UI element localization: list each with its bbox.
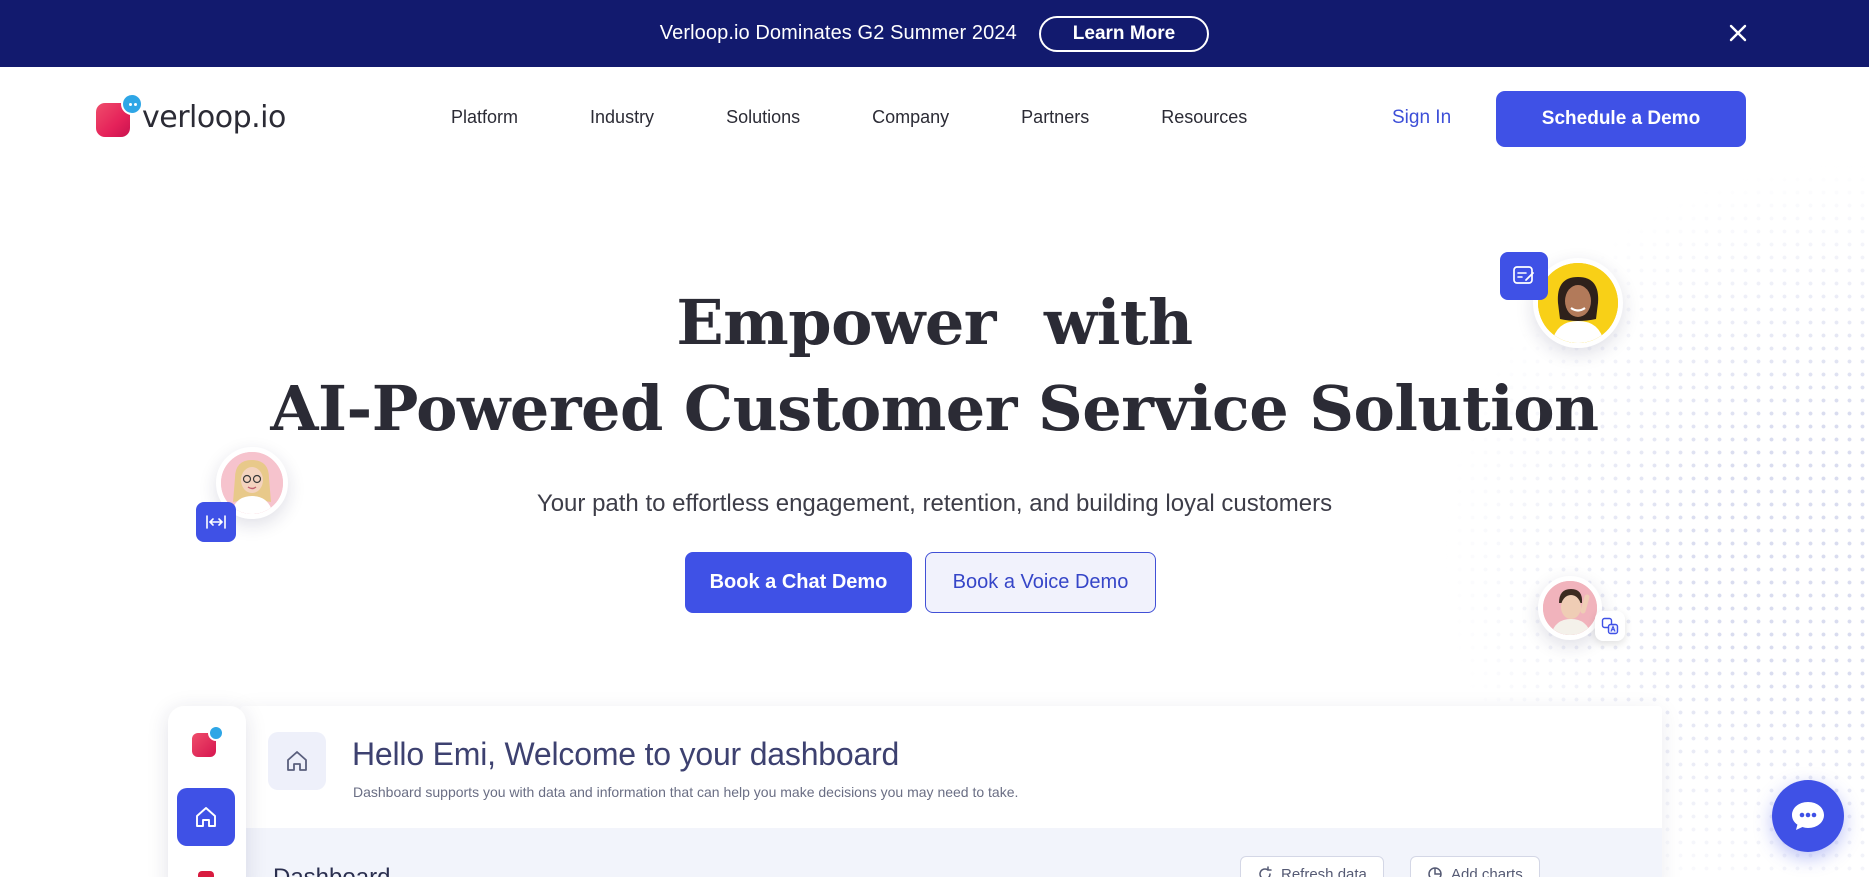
translate-icon xyxy=(1595,611,1625,641)
dashboard-panel: Hello Emi, Welcome to your dashboard Das… xyxy=(240,706,1662,877)
nav-links: Platform Industry Solutions Company Part… xyxy=(451,107,1247,128)
close-icon[interactable] xyxy=(1725,20,1751,46)
refresh-icon xyxy=(1259,866,1272,877)
sidebar-item-home[interactable] xyxy=(177,788,235,846)
dashboard-preview: Hello Emi, Welcome to your dashboard Das… xyxy=(168,706,1662,877)
add-charts-button[interactable]: Add charts xyxy=(1410,856,1540,877)
dashboard-section-title: Dashboard xyxy=(273,864,390,877)
chat-launcher-button[interactable] xyxy=(1772,780,1844,852)
nav-item-platform[interactable]: Platform xyxy=(451,107,518,128)
resize-horizontal-icon xyxy=(196,502,236,542)
hero-title-word-2: with xyxy=(1043,286,1193,359)
schedule-demo-button[interactable]: Schedule a Demo xyxy=(1496,91,1746,147)
form-edit-icon xyxy=(1500,252,1548,300)
nav-item-resources[interactable]: Resources xyxy=(1161,107,1247,128)
hero-title-line-2: AI-Powered Customer Service Solution xyxy=(270,372,1599,445)
nav-item-partners[interactable]: Partners xyxy=(1021,107,1089,128)
home-icon xyxy=(196,807,216,827)
chat-bubble-icon xyxy=(1792,802,1824,830)
nav-item-solutions[interactable]: Solutions xyxy=(726,107,800,128)
refresh-data-button[interactable]: Refresh data xyxy=(1240,856,1384,877)
avatar-man-pink xyxy=(1538,576,1602,640)
sign-in-link[interactable]: Sign In xyxy=(1392,107,1451,129)
book-voice-demo-button[interactable]: Book a Voice Demo xyxy=(925,552,1156,613)
home-icon xyxy=(268,732,326,790)
dashboard-toolbar: Dashboard Refresh data Add charts xyxy=(240,828,1662,877)
sidebar-logo-icon xyxy=(192,723,224,759)
book-chat-demo-button[interactable]: Book a Chat Demo xyxy=(685,552,912,613)
dashboard-greeting: Hello Emi, Welcome to your dashboard xyxy=(352,736,900,772)
add-charts-label: Add charts xyxy=(1451,865,1523,877)
learn-more-button[interactable]: Learn More xyxy=(1038,15,1210,52)
sidebar-item-icon[interactable] xyxy=(198,871,214,877)
main-navbar: verloop.io Platform Industry Solutions C… xyxy=(0,67,1869,169)
logo-mark-icon xyxy=(95,89,143,139)
logo-text: verloop.io xyxy=(142,99,286,135)
hero-cta-group: Book a Chat Demo Book a Voice Demo xyxy=(685,552,1156,613)
announcement-bar: Verloop.io Dominates G2 Summer 2024 Lear… xyxy=(0,0,1869,67)
nav-item-industry[interactable]: Industry xyxy=(590,107,654,128)
dashboard-description: Dashboard supports you with data and inf… xyxy=(353,784,1019,800)
dashboard-sidebar xyxy=(168,706,246,877)
logo[interactable]: verloop.io xyxy=(95,89,286,139)
hero-title-word-1: Empower xyxy=(676,286,996,359)
nav-item-company[interactable]: Company xyxy=(872,107,949,128)
pie-chart-icon xyxy=(1428,867,1442,877)
announcement-text: Verloop.io Dominates G2 Summer 2024 xyxy=(659,22,1017,44)
refresh-data-label: Refresh data xyxy=(1281,865,1367,877)
